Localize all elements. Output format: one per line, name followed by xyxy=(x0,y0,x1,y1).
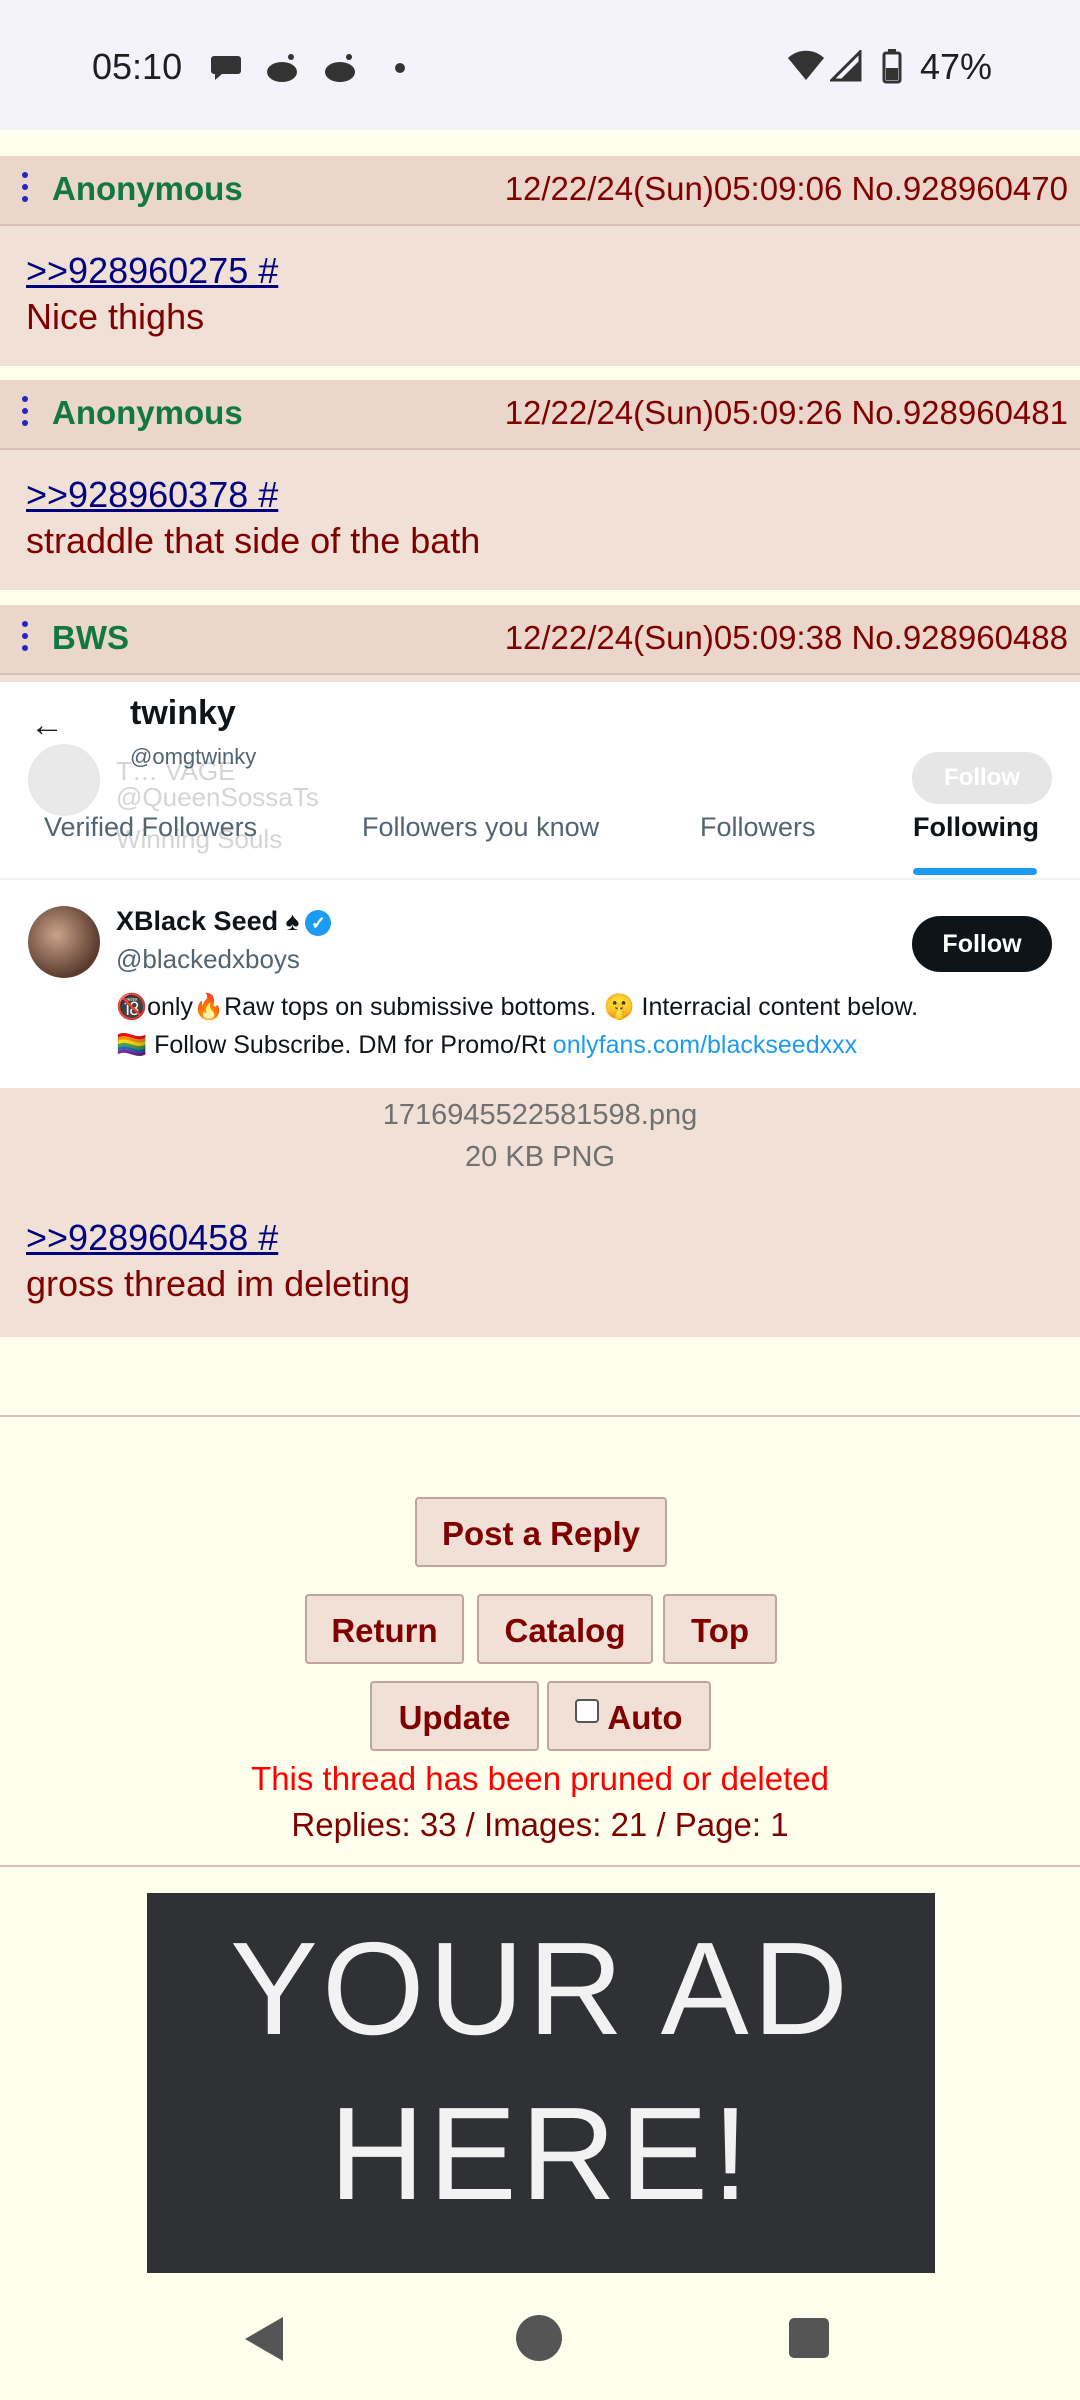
top-button[interactable]: Top xyxy=(663,1594,777,1664)
home-icon[interactable] xyxy=(516,2315,562,2361)
post-header: Anonymous 12/22/24(Sun)05:09:06 No.92896… xyxy=(0,156,1080,226)
ad-text: YOUR AD xyxy=(229,1915,853,2062)
profile-name: twinky xyxy=(130,694,236,732)
tab-following: Following xyxy=(913,812,1039,842)
auto-checkbox[interactable] xyxy=(575,1699,600,1723)
recent-apps-icon[interactable] xyxy=(789,2318,829,2358)
post-text: Nice thighs xyxy=(26,296,205,337)
status-time: 05:10 xyxy=(92,46,183,87)
post-menu-icon[interactable] xyxy=(22,396,28,432)
file-name[interactable]: 1716945522581598.png xyxy=(0,1099,1080,1132)
post-menu-icon[interactable] xyxy=(22,621,28,657)
chat-icon xyxy=(211,56,241,80)
divider xyxy=(0,1415,1080,1417)
bio-link: onlyfans.com/blackseedxxx xyxy=(552,1031,858,1059)
catalog-button[interactable]: Catalog xyxy=(477,1594,653,1664)
reply-post: Anonymous 12/22/24(Sun)05:09:06 No.92896… xyxy=(0,156,1080,366)
navigation-bar xyxy=(0,2273,1080,2400)
thread-stats: Replies: 33 / Images: 21 / Page: 1 xyxy=(291,1806,789,1843)
thread-status-notice: This thread has been pruned or deleted xyxy=(251,1760,829,1797)
reddit-icon xyxy=(267,54,297,82)
signal-icon xyxy=(830,50,862,82)
post-text: straddle that side of the bath xyxy=(26,520,481,561)
ad-banner[interactable]: YOUR AD HERE! xyxy=(147,1893,935,2273)
auto-update-toggle[interactable]: Auto xyxy=(547,1681,711,1751)
post-datetime[interactable]: 12/22/24(Sun)05:09:06 No.928960470 xyxy=(505,170,1068,208)
wifi-icon xyxy=(788,50,824,80)
ad-text: HERE! xyxy=(329,2080,753,2227)
quote-link[interactable]: >>928960458 # xyxy=(26,1217,278,1259)
auto-label: Auto xyxy=(607,1699,683,1736)
post-header: Anonymous 12/22/24(Sun)05:09:26 No.92896… xyxy=(0,380,1080,450)
ghost-avatar xyxy=(28,744,100,816)
tab-divider xyxy=(0,878,1080,880)
avatar xyxy=(28,906,100,978)
tab-followers: Followers xyxy=(700,812,816,842)
follow-button: Follow xyxy=(912,916,1052,972)
divider xyxy=(0,1865,1080,1867)
post-text: gross thread im deleting xyxy=(26,1263,411,1304)
post-header: BWS 12/22/24(Sun)05:09:38 No.928960488 xyxy=(0,605,1080,675)
back-icon[interactable] xyxy=(245,2317,283,2361)
spade-icon: ♠ xyxy=(285,906,300,936)
post-menu-icon[interactable] xyxy=(22,172,28,208)
poster-name: Anonymous xyxy=(52,170,243,207)
update-button[interactable]: Update xyxy=(370,1681,539,1751)
quote-link[interactable]: >>928960275 # xyxy=(26,250,278,292)
status-bar: 05:10 47% xyxy=(0,0,1080,130)
reply-post: Anonymous 12/22/24(Sun)05:09:26 No.92896… xyxy=(0,380,1080,590)
file-size: 20 KB PNG xyxy=(465,1141,615,1173)
active-tab-indicator xyxy=(913,868,1037,875)
verified-badge-icon: ✓ xyxy=(305,909,332,936)
poster-name: Anonymous xyxy=(52,394,243,431)
ghost-text: @QueenSossaTs xyxy=(116,782,319,812)
bio-line: 🏳️‍🌈 Follow Subscribe. DM for Promo/Rt o… xyxy=(116,1031,858,1059)
user-bio: 🔞only🔥Raw tops on submissive bottoms. 🤫 … xyxy=(116,988,1056,1064)
bio-line: 🔞only🔥Raw tops on submissive bottoms. 🤫 … xyxy=(116,993,919,1021)
return-button[interactable]: Return xyxy=(305,1594,464,1664)
battery-icon xyxy=(882,49,902,84)
tab-followers-you-know: Followers you know xyxy=(362,812,600,842)
ghost-follow-button: Follow xyxy=(912,752,1052,804)
more-notifications-icon xyxy=(395,63,405,73)
quote-link[interactable]: >>928960378 # xyxy=(26,474,278,516)
battery-percent: 47% xyxy=(919,46,992,87)
back-arrow-icon: ← xyxy=(30,706,64,744)
user-handle: @blackedxboys xyxy=(116,944,300,974)
tab-verified-followers: Verified Followers xyxy=(44,812,258,842)
poster-name: BWS xyxy=(52,619,129,656)
post-datetime[interactable]: 12/22/24(Sun)05:09:26 No.928960481 xyxy=(505,394,1068,432)
profile-handle: @omgtwinky xyxy=(130,744,257,769)
reddit-icon-2 xyxy=(325,54,355,82)
post-image[interactable]: T… VAGE @QueenSossaTs Winning Souls Foll… xyxy=(0,682,1080,1088)
user-name: XBlack Seed ♠ ✓ xyxy=(116,906,332,937)
post-reply-button[interactable]: Post a Reply xyxy=(415,1497,667,1567)
post-datetime[interactable]: 12/22/24(Sun)05:09:38 No.928960488 xyxy=(505,619,1068,657)
